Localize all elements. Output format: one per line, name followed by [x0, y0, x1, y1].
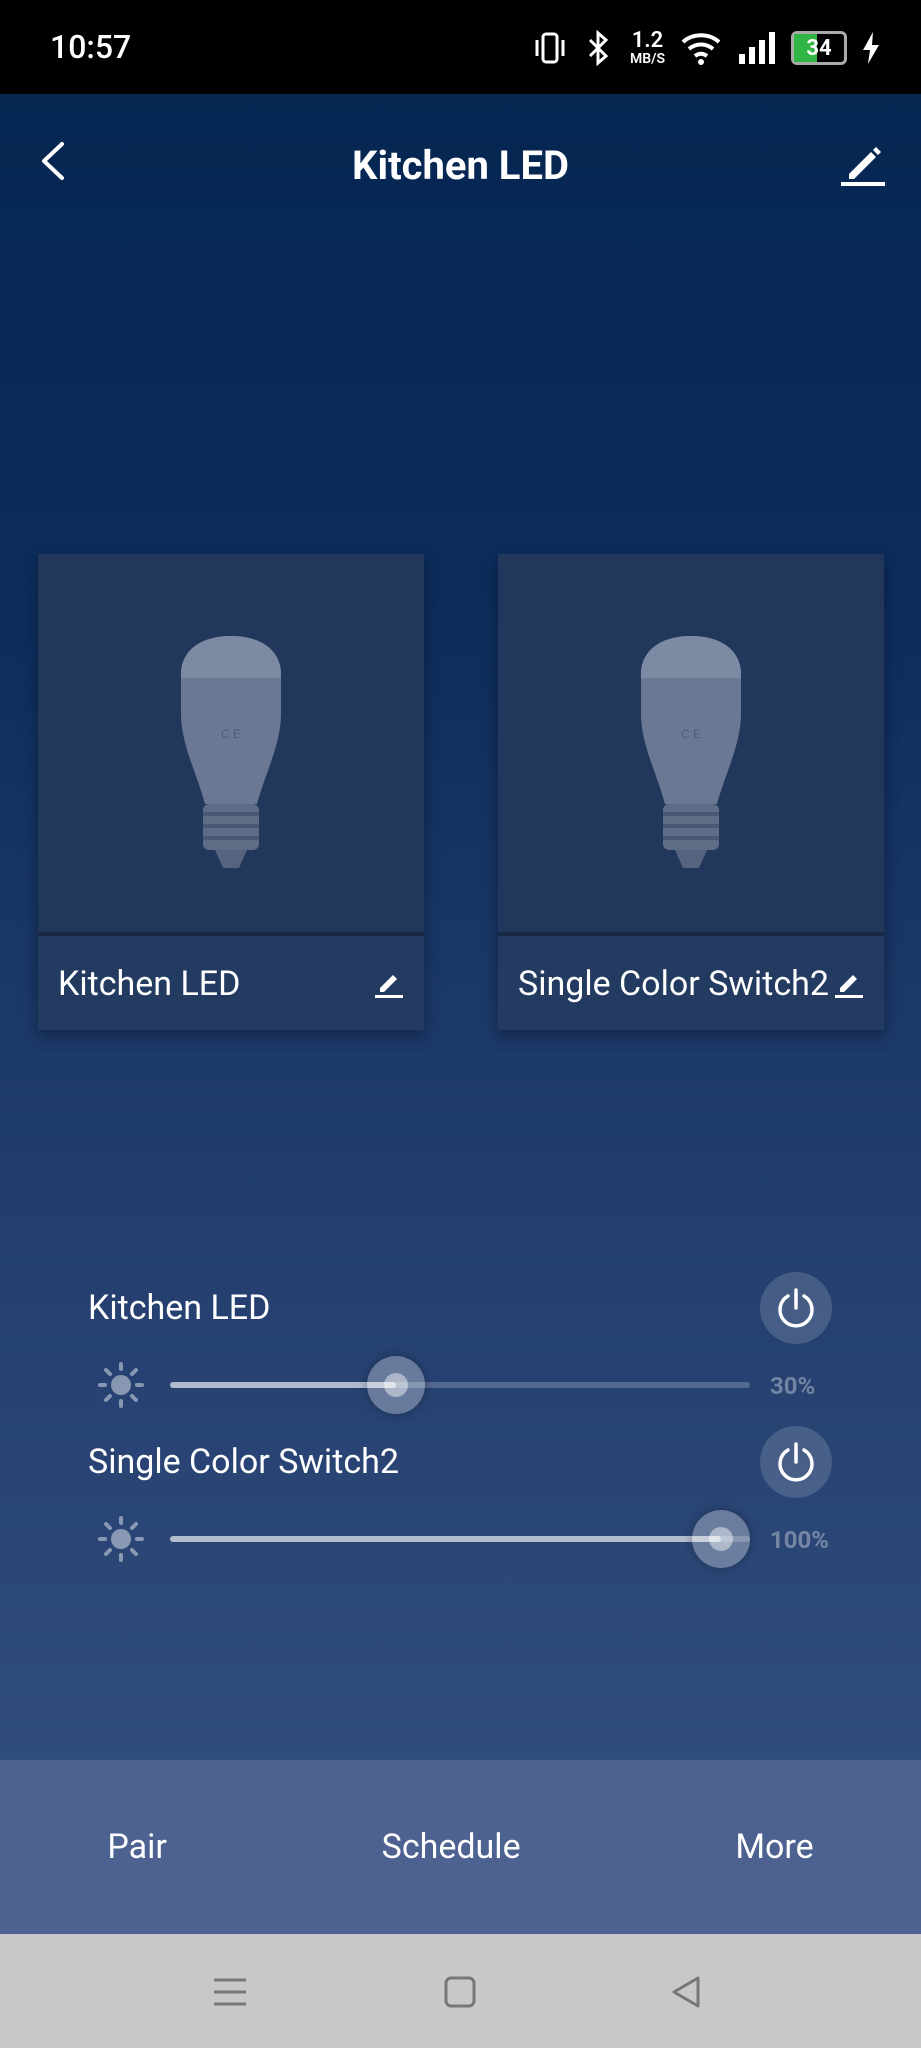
page-title: Kitchen LED	[352, 142, 569, 189]
signal-icon	[739, 32, 775, 64]
bottom-action-bar: Pair Schedule More	[0, 1760, 921, 1934]
more-button[interactable]: More	[735, 1827, 813, 1867]
device-card-single-color-switch2[interactable]: C E Single Color Switch2	[498, 554, 884, 1030]
charging-icon	[863, 32, 879, 64]
vibrate-icon	[535, 32, 565, 64]
device-image-area: C E	[38, 554, 424, 936]
control-name: Kitchen LED	[88, 1288, 271, 1328]
app-screen: Kitchen LED C E Kitchen LED C E Single C…	[0, 94, 921, 1934]
svg-text:C E: C E	[221, 727, 241, 741]
brightness-icon	[98, 1516, 144, 1562]
edit-group-button[interactable]	[835, 136, 891, 192]
pencil-icon	[841, 147, 885, 186]
device-image-area: C E	[498, 554, 884, 936]
bluetooth-icon	[588, 30, 609, 66]
pencil-icon[interactable]	[372, 966, 406, 1000]
brightness-icon	[98, 1362, 144, 1408]
brightness-slider-thumb[interactable]	[367, 1356, 425, 1414]
pair-button[interactable]: Pair	[107, 1827, 167, 1867]
brightness-slider[interactable]	[170, 1510, 750, 1568]
schedule-button[interactable]: Schedule	[382, 1827, 521, 1867]
home-icon[interactable]	[440, 1972, 480, 2012]
device-card-name: Kitchen LED	[58, 964, 241, 1004]
battery-level: 34	[806, 35, 832, 61]
header: Kitchen LED	[0, 94, 921, 244]
power-icon	[778, 1442, 814, 1482]
device-card-kitchen-led[interactable]: C E Kitchen LED	[38, 554, 424, 1030]
light-bulb-icon: C E	[181, 636, 281, 868]
network-speed-value: 1.2	[631, 28, 664, 53]
brightness-slider-fill	[170, 1382, 396, 1388]
power-button[interactable]	[760, 1426, 832, 1498]
battery-icon: 34	[791, 31, 847, 65]
status-time: 10:57	[50, 28, 132, 66]
device-card-label-row: Single Color Switch2	[498, 936, 884, 1030]
svg-text:C E: C E	[681, 727, 701, 741]
brightness-percent: 100%	[770, 1526, 830, 1554]
network-speed: 1.2 MB/S	[629, 28, 665, 67]
status-bar: 10:57 1.2 MB/S 34	[0, 0, 921, 94]
wifi-icon	[681, 33, 721, 65]
brightness-percent: 30%	[770, 1372, 816, 1400]
device-card-name: Single Color Switch2	[518, 964, 829, 1004]
light-bulb-icon: C E	[641, 636, 741, 868]
brightness-slider-thumb[interactable]	[692, 1510, 750, 1568]
menu-icon[interactable]	[210, 1972, 250, 2012]
control-name: Single Color Switch2	[88, 1442, 399, 1482]
brightness-slider[interactable]	[170, 1356, 750, 1414]
system-navigation-bar	[0, 1934, 921, 2048]
brightness-slider-fill	[170, 1536, 721, 1542]
network-speed-unit: MB/S	[629, 51, 665, 67]
power-button[interactable]	[760, 1272, 832, 1344]
device-card-label-row: Kitchen LED	[38, 936, 424, 1030]
back-nav-icon[interactable]	[666, 1972, 706, 2012]
status-icons: 1.2 MB/S 34	[532, 26, 881, 70]
power-icon	[778, 1288, 814, 1328]
pencil-icon[interactable]	[832, 966, 866, 1000]
